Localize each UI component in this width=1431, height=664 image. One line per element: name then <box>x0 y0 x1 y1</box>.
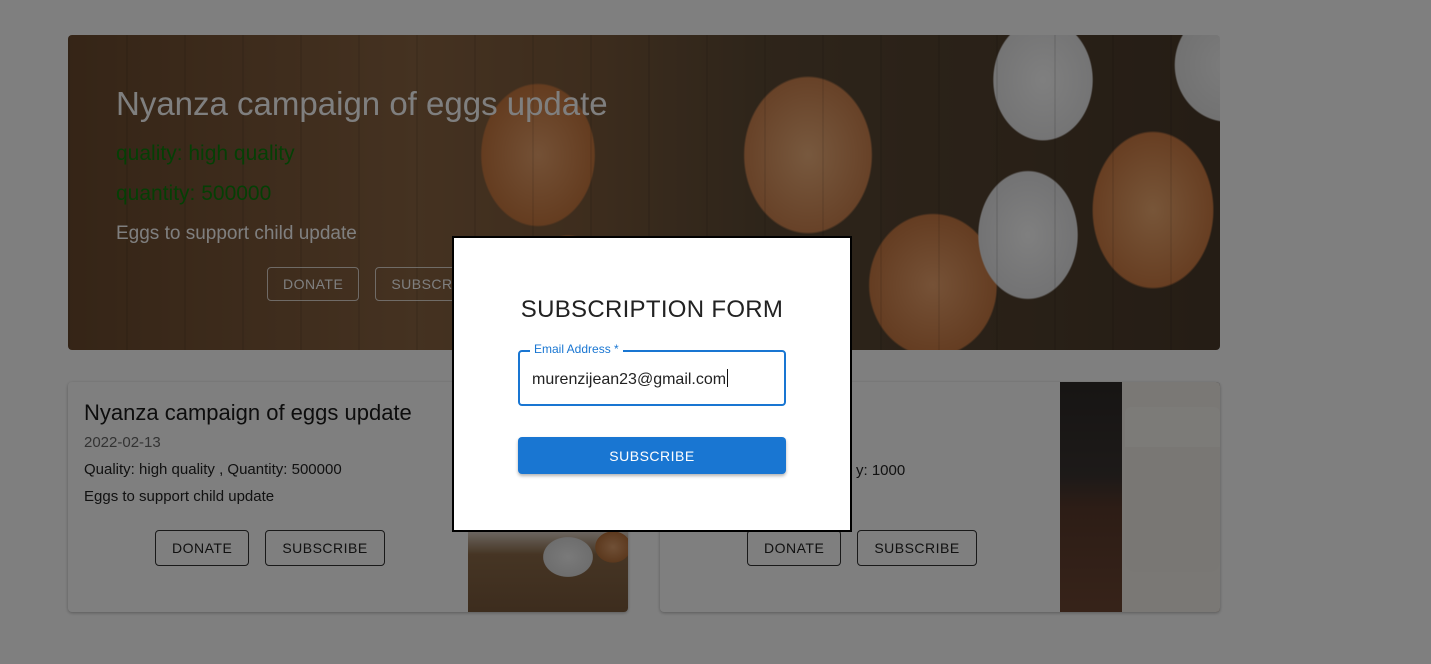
dialog-title: SUBSCRIPTION FORM <box>520 296 784 323</box>
email-field[interactable]: Email Address * murenzijean23@gmail.com <box>518 342 786 406</box>
subscribe-submit-button[interactable]: SUBSCRIBE <box>518 437 786 474</box>
email-input[interactable]: murenzijean23@gmail.com <box>532 369 729 389</box>
text-cursor <box>727 369 729 387</box>
page: Nyanza campaign of eggs update quality: … <box>0 0 1431 664</box>
subscription-dialog: SUBSCRIPTION FORM Email Address * murenz… <box>452 236 852 532</box>
email-value: murenzijean23@gmail.com <box>532 371 727 388</box>
email-label: Email Address * <box>530 342 623 356</box>
